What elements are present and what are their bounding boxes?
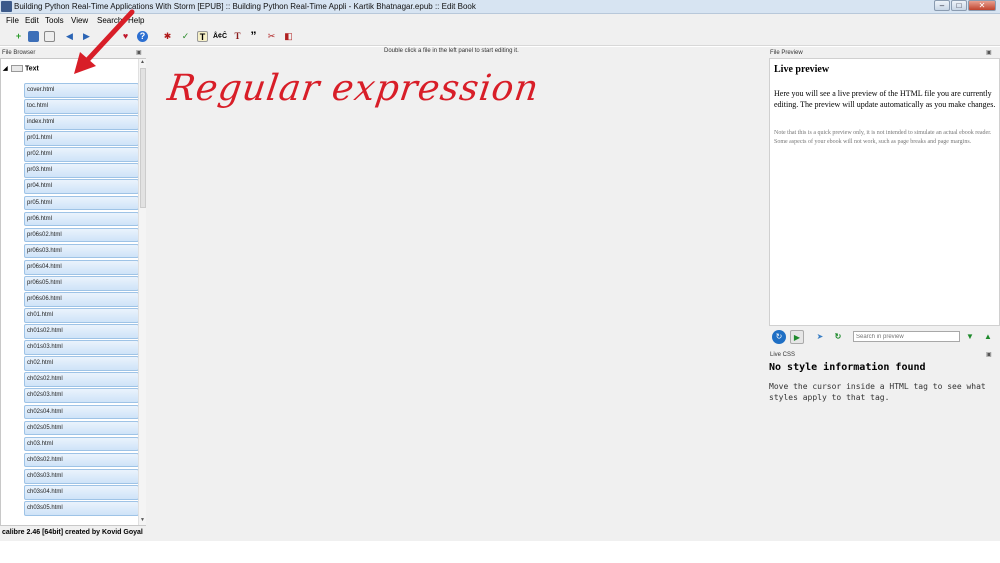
pdf-icon[interactable]: ◧ [283,31,294,42]
file-item[interactable]: ch02s05.html [24,420,139,436]
typography-icon[interactable]: T [232,31,243,42]
file-item[interactable]: pr03.html [24,163,139,179]
preview-dock-icon[interactable]: ▣ [986,49,992,56]
text-folder-node[interactable]: ◢ Text [3,65,39,72]
file-browser: ◢ Text cover.html toc.html index.html pr01.h… [0,58,146,526]
remove-icon[interactable]: ✂ [266,31,277,42]
menu-edit[interactable]: Edit [25,16,39,25]
scroll-down-icon[interactable]: ▼ [139,517,146,525]
live-css-pane: No style information found Move the curs… [769,360,1000,526]
search-previous-icon[interactable]: ▲ [981,330,995,344]
file-item[interactable]: ch01.html [24,308,139,323]
file-item[interactable]: pr06s03.html [24,243,139,259]
handwritten-annotation: Regular expression [165,68,542,109]
file-item[interactable]: toc.html [24,99,139,114]
quote-icon[interactable]: ” [248,30,259,42]
file-item[interactable]: pr01.html [24,131,139,146]
file-item[interactable]: ch01s03.html [24,340,139,355]
maximize-button[interactable]: □ [951,0,967,11]
file-item[interactable]: pr04.html [24,179,139,195]
folder-icon [11,65,23,72]
preview-paragraph: Here you will see a live preview of the … [774,89,996,109]
live-css-dock-icon[interactable]: ▣ [986,351,992,358]
live-preview-pane: Live preview Here you will see a live pr… [769,58,1000,326]
file-item[interactable]: pr06.html [24,211,139,227]
file-item[interactable]: pr06s02.html [24,227,139,243]
file-browser-scrollbar[interactable]: ▲ ▼ [138,59,146,525]
scroll-thumb[interactable] [140,68,146,208]
preview-note: Note that this is a quick preview only, … [774,130,992,145]
send-icon[interactable]: ➤ [813,330,827,344]
file-item[interactable]: pr02.html [24,147,139,162]
status-bar: calibre 2.46 [64bit] created by Kovid Go… [0,527,1000,541]
play-icon[interactable]: ▶ [790,330,804,344]
check-book-icon[interactable] [44,31,55,42]
auto-reload-icon[interactable]: ↻ [772,330,786,344]
spell-abc-icon[interactable]: Å¢Ĉ [213,31,227,42]
file-item[interactable]: ch03s05.html [24,501,139,516]
menu-tools[interactable]: Tools [45,16,64,25]
new-file-icon[interactable]: + [13,31,24,42]
preview-search-input[interactable] [853,331,960,342]
file-item[interactable]: ch03.html [24,436,139,452]
file-item[interactable]: ch02s04.html [24,404,139,420]
close-button[interactable]: ✕ [968,0,996,11]
file-item[interactable]: ch01s02.html [24,324,139,339]
bug-icon[interactable]: ✱ [162,31,173,42]
collapse-triangle-icon[interactable]: ◢ [3,65,9,72]
file-item[interactable]: ch03s04.html [24,484,139,500]
file-item[interactable]: pr06s05.html [24,275,139,291]
editor-hint: Double click a file in the left panel to… [384,48,519,54]
refresh-icon[interactable]: ↻ [831,330,845,344]
file-item[interactable]: ch02s02.html [24,372,139,388]
app-icon [1,1,12,12]
save-icon[interactable] [28,31,39,42]
file-item[interactable]: ch03s02.html [24,452,139,468]
file-browser-title: File Browser [2,50,36,56]
preview-toolbar: ↻ ▶ ➤ ↻ ▼ ▲ [769,328,1000,348]
live-css-heading: No style information found [769,362,926,373]
preview-panel-title: File Preview [770,50,803,56]
file-item[interactable]: pr05.html [24,195,139,211]
live-css-message: Move the cursor inside a HTML tag to see… [769,382,986,402]
file-list: cover.html toc.html index.html pr01.html pr0… [24,83,139,526]
file-item[interactable]: index.html [24,115,139,130]
file-item[interactable]: pr06s04.html [24,259,139,275]
file-item[interactable]: pr06s06.html [24,292,139,307]
file-item[interactable]: ch02.html [24,356,139,372]
file-item[interactable]: ch02s03.html [24,388,139,404]
file-item[interactable]: ch03s03.html [24,468,139,484]
live-css-panel-title: Live CSS [770,352,796,358]
minimize-button[interactable]: – [934,0,950,11]
red-arrow-icon [74,9,135,74]
file-item[interactable]: cover.html [24,83,139,98]
transform-text-icon[interactable]: T [197,31,208,42]
menu-file[interactable]: File [6,16,19,25]
search-next-icon[interactable]: ▼ [963,330,977,344]
text-folder-label: Text [25,65,39,73]
preview-heading: Live preview [774,64,830,75]
spellcheck-icon[interactable]: ✓ [180,31,191,42]
status-text: calibre 2.46 [64bit] created by Kovid Go… [2,529,143,536]
